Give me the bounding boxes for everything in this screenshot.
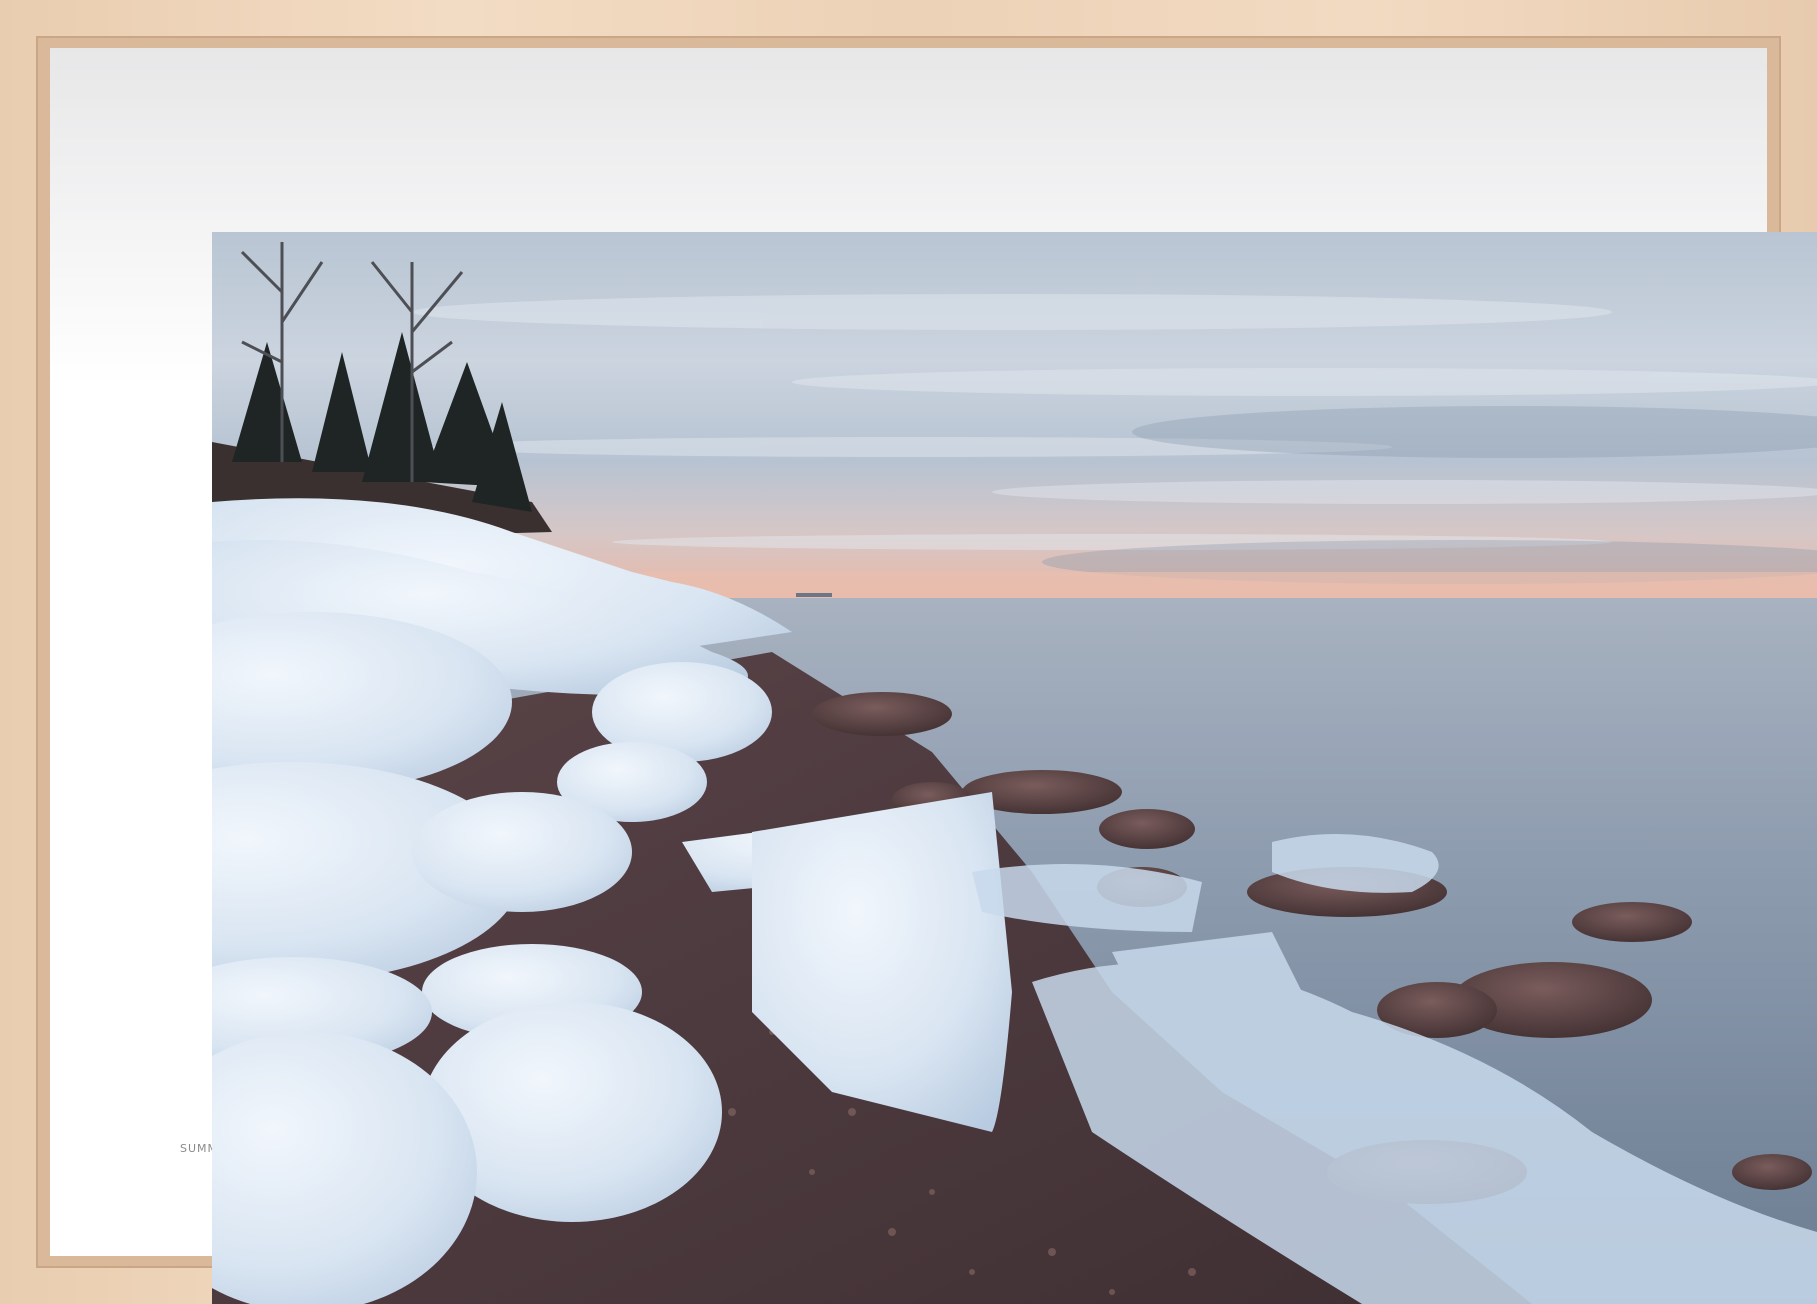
lakeshore-scene: [212, 232, 1817, 1304]
photograph-frozen-lakeshore: [212, 232, 1817, 1304]
